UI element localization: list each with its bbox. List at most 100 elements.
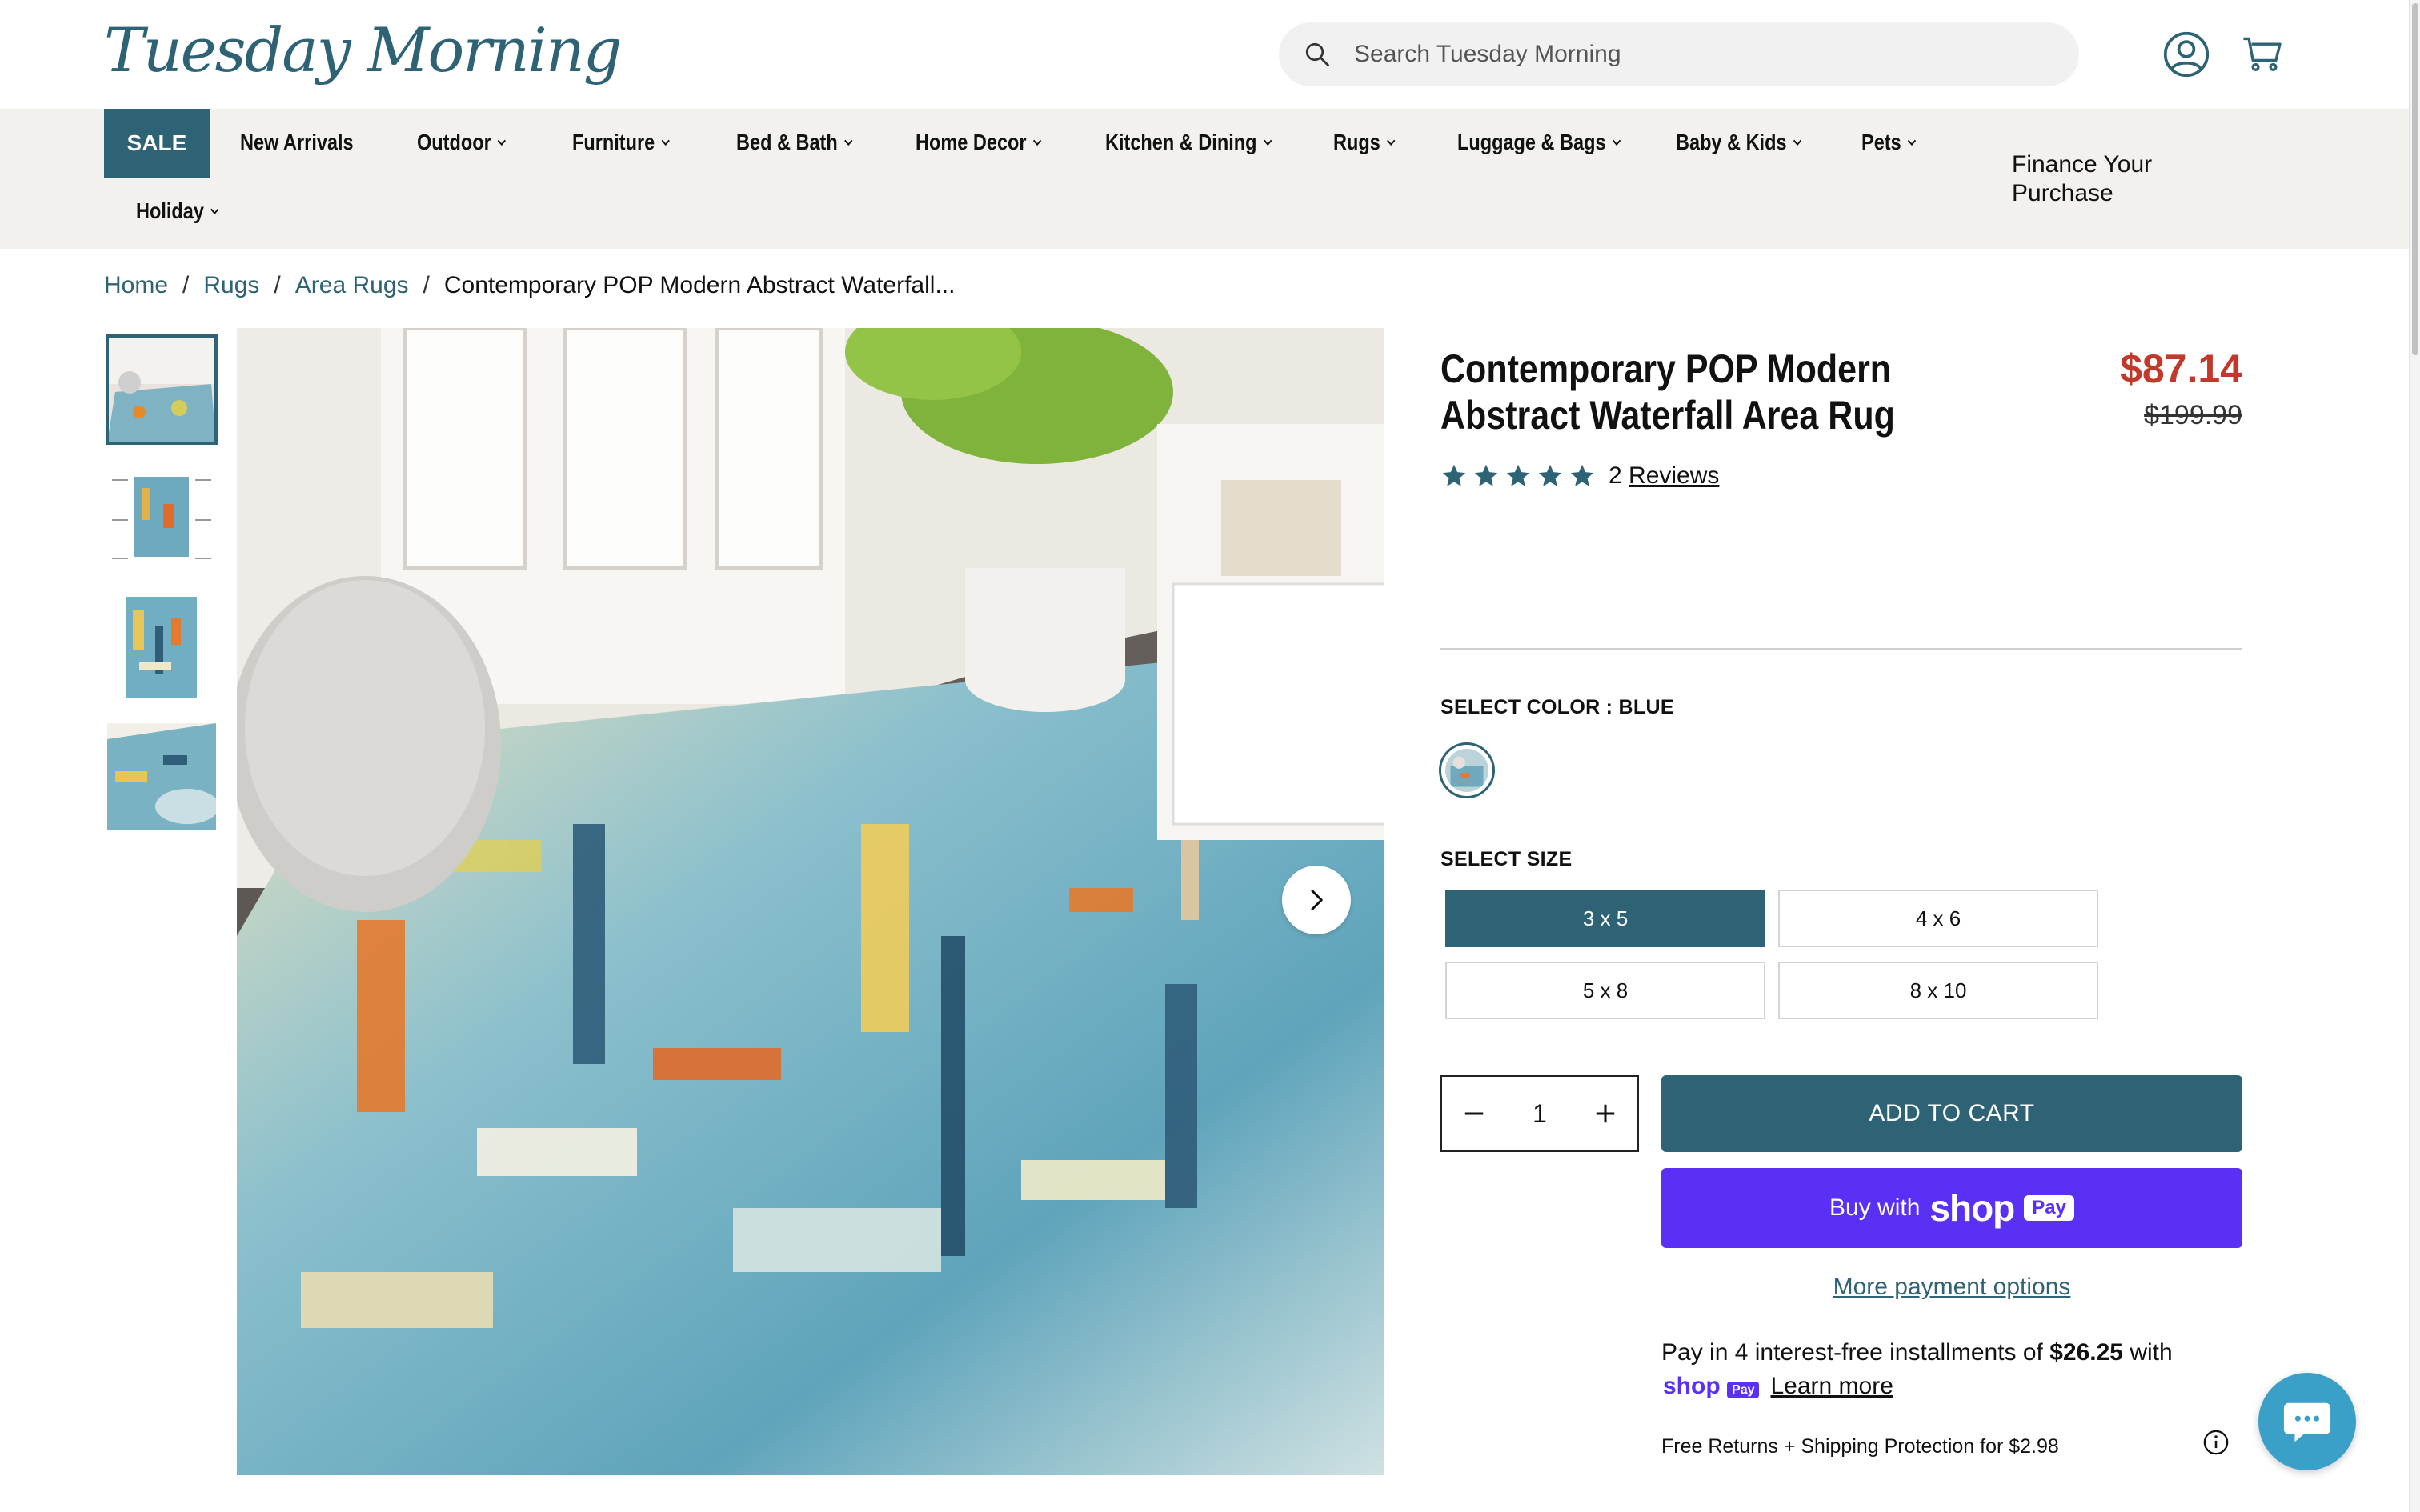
- installments-prefix: Pay in 4 interest-free installments of: [1661, 1339, 2050, 1366]
- color-swatch-blue[interactable]: [1439, 742, 1495, 798]
- nav-item-bed-bath[interactable]: Bed & Bath: [736, 130, 854, 155]
- mini-shop-text: shop: [1663, 1373, 1721, 1399]
- nav-item-new-arrivals[interactable]: New Arrivals: [240, 130, 354, 155]
- shop-pay-button[interactable]: Buy with shop Pay: [1661, 1168, 2242, 1248]
- finance-link[interactable]: Finance Your Purchase: [2012, 150, 2188, 208]
- breadcrumb-current: Contemporary POP Modern Abstract Waterfa…: [443, 272, 956, 298]
- reviews-count: 2: [1609, 462, 1622, 489]
- info-icon[interactable]: [2202, 1429, 2230, 1456]
- chevron-down-icon: [661, 139, 670, 146]
- nav-item-label: Luggage & Bags: [1457, 130, 1606, 154]
- chevron-down-icon: [1908, 139, 1917, 146]
- installment-amount: $26.25: [2049, 1339, 2123, 1366]
- chevron-down-icon: [1793, 139, 1802, 146]
- search-bar[interactable]: [1279, 22, 2079, 86]
- select-color-label: SELECT COLOR : BLUE: [1440, 696, 1674, 718]
- nav-item-outdoor[interactable]: Outdoor: [417, 130, 507, 155]
- shop-pay-learn-more: shop Pay Learn more: [1663, 1373, 1893, 1400]
- nav-item-label: Baby & Kids: [1676, 130, 1787, 154]
- nav-item-label: Furniture: [572, 130, 655, 154]
- nav-item-baby-kids[interactable]: Baby & Kids: [1676, 130, 1803, 155]
- chat-button[interactable]: [2258, 1373, 2356, 1470]
- rating[interactable]: 2 Reviews: [1440, 462, 1719, 490]
- nav-item-rugs[interactable]: Rugs: [1333, 130, 1396, 155]
- gallery-next-button[interactable]: [1282, 866, 1351, 934]
- nav-item-pets[interactable]: Pets: [1861, 130, 1917, 155]
- plus-icon: [1596, 1104, 1615, 1123]
- nav-item-label: Outdoor: [417, 130, 491, 154]
- chevron-down-icon: [210, 208, 219, 215]
- gallery-thumbnail[interactable]: [107, 594, 216, 701]
- nav-item-label: Rugs: [1333, 130, 1380, 154]
- compare-price: $199.99: [2144, 400, 2242, 430]
- site-header: Tuesday Morning: [0, 0, 2409, 109]
- search-input[interactable]: [1354, 22, 2058, 86]
- nav-item-label: Home Decor: [916, 130, 1027, 154]
- learn-more-link[interactable]: Learn more: [1770, 1373, 1893, 1400]
- nav-item-furniture[interactable]: Furniture: [572, 130, 671, 155]
- nav-item-holiday[interactable]: Holiday: [136, 198, 220, 224]
- nav-item-sale[interactable]: SALE: [104, 109, 210, 178]
- installments-suffix: with: [2122, 1339, 2173, 1366]
- search-icon[interactable]: [1303, 40, 1332, 69]
- more-payment-options-link[interactable]: More payment options: [1661, 1274, 2242, 1301]
- nav-item-label: New Arrivals: [240, 130, 354, 154]
- gallery-thumbnail[interactable]: [106, 334, 218, 445]
- rug-flat-image: [107, 594, 216, 701]
- size-option-4x6[interactable]: 4 x 6: [1778, 890, 2098, 947]
- nav-item-kitchen-dining[interactable]: Kitchen & Dining: [1105, 130, 1273, 155]
- increase-quantity-button[interactable]: [1591, 1099, 1620, 1128]
- product-title: Contemporary POP Modern Abstract Waterfa…: [1440, 346, 1895, 438]
- reviews-link[interactable]: 2 Reviews: [1609, 462, 1719, 490]
- room-rug-image: [107, 336, 216, 443]
- chevron-down-icon: [1612, 139, 1621, 146]
- quantity-stepper: 1: [1440, 1075, 1639, 1152]
- divider: [1440, 648, 2242, 650]
- rug-dimensions-image: [107, 464, 216, 571]
- breadcrumb-separator: /: [182, 272, 190, 298]
- size-option-5x8[interactable]: 5 x 8: [1445, 962, 1765, 1019]
- breadcrumb-separator: /: [274, 272, 281, 298]
- scrollbar-thumb[interactable]: [2412, 3, 2418, 355]
- star-icon: [1538, 464, 1562, 486]
- chevron-down-icon: [1387, 139, 1396, 146]
- returns-protection-text: Free Returns + Shipping Protection for $…: [1661, 1435, 2059, 1458]
- select-size-label: SELECT SIZE: [1440, 848, 1573, 870]
- decrease-quantity-button[interactable]: [1460, 1099, 1488, 1128]
- nav-item-label: Pets: [1861, 130, 1901, 154]
- reviews-label: Reviews: [1629, 462, 1720, 489]
- star-icon: [1474, 464, 1498, 486]
- gallery-thumbnail[interactable]: [107, 464, 216, 571]
- breadcrumb-separator: /: [423, 272, 430, 298]
- pay-badge: Pay: [2024, 1195, 2074, 1221]
- star-icon: [1570, 464, 1594, 486]
- chevron-down-icon: [498, 139, 507, 146]
- breadcrumb-area-rugs[interactable]: Area Rugs: [295, 272, 409, 299]
- logo[interactable]: Tuesday Morning: [104, 14, 622, 86]
- product-main-image[interactable]: [237, 328, 1384, 1475]
- account-icon[interactable]: [2162, 30, 2210, 78]
- cart-icon[interactable]: [2241, 32, 2284, 75]
- shop-pay-logo: shop Pay: [1663, 1373, 1760, 1400]
- chevron-down-icon: [844, 139, 853, 146]
- breadcrumb-home[interactable]: Home: [104, 272, 168, 299]
- buy-with-label: Buy with: [1829, 1194, 1921, 1221]
- main-nav: SALE New Arrivals Outdoor Furniture Bed …: [0, 109, 2409, 249]
- swatch-image: [1445, 749, 1488, 792]
- breadcrumb: Home / Rugs / Area Rugs / Contemporary P…: [104, 272, 955, 299]
- rug-rolled-image: [107, 723, 216, 830]
- breadcrumb-rugs[interactable]: Rugs: [203, 272, 259, 299]
- chevron-down-icon: [1032, 139, 1042, 146]
- gallery-thumbnail[interactable]: [107, 723, 216, 830]
- size-option-3x5[interactable]: 3 x 5: [1445, 890, 1765, 947]
- chat-icon: [2283, 1402, 2331, 1442]
- nav-item-luggage-bags[interactable]: Luggage & Bags: [1457, 130, 1622, 155]
- mini-pay-badge: Pay: [1727, 1382, 1760, 1398]
- size-option-8x10[interactable]: 8 x 10: [1778, 962, 2098, 1019]
- nav-item-label: Kitchen & Dining: [1105, 130, 1257, 154]
- nav-item-home-decor[interactable]: Home Decor: [916, 130, 1043, 155]
- quantity-value[interactable]: 1: [1533, 1099, 1547, 1129]
- page-scrollbar[interactable]: [2409, 0, 2420, 1512]
- add-to-cart-button[interactable]: ADD TO CART: [1661, 1075, 2242, 1152]
- chevron-right-icon: [1311, 890, 1323, 910]
